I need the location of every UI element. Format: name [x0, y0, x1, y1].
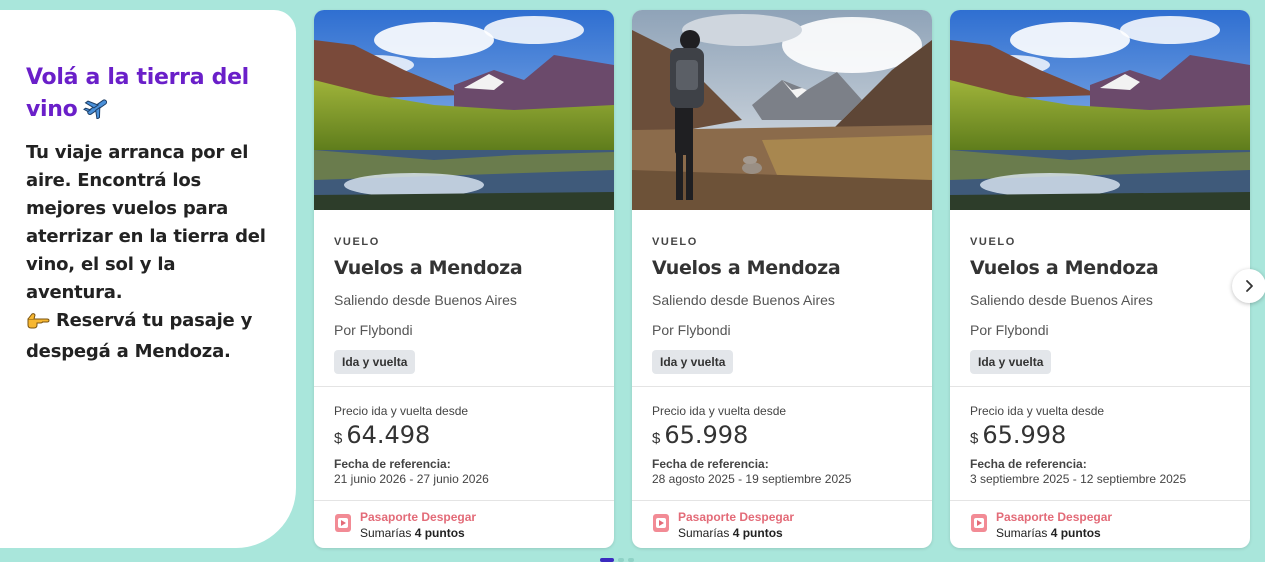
chevron-right-icon [1246, 280, 1253, 292]
card-type-label: VUELO [970, 236, 1016, 248]
card-airline: Por Flybondi [652, 322, 731, 338]
points-value: 4 puntos [414, 526, 465, 540]
price-row: $ 65.998 [970, 421, 1230, 449]
price-label: Precio ida y vuelta desde [652, 404, 787, 418]
price-value: 65.998 [664, 421, 749, 449]
points-prefix: Sumarías [360, 526, 412, 540]
points-prefix: Sumarías [678, 526, 730, 540]
card-origin: Saliendo desde Buenos Aires [970, 292, 1153, 308]
card-origin: Saliendo desde Buenos Aires [334, 292, 517, 308]
card-main: VUELO Vuelos a Mendoza Saliendo desde Bu… [950, 210, 1250, 386]
flight-card[interactable]: VUELO Vuelos a Mendoza Saliendo desde Bu… [632, 10, 932, 548]
price-currency: $ [652, 430, 661, 447]
intro-panel: Volá a la tierra del vino Tu viaje arran… [0, 10, 296, 548]
card-airline: Por Flybondi [334, 322, 413, 338]
trip-type-badge: Ida y vuelta [970, 350, 1052, 374]
price-label: Precio ida y vuelta desde [970, 404, 1105, 418]
price-label: Precio ida y vuelta desde [334, 404, 469, 418]
card-title[interactable]: Vuelos a Mendoza [652, 257, 912, 279]
trip-type-badge: Ida y vuelta [652, 350, 734, 374]
reference-dates: 28 agosto 2025 - 19 septiembre 2025 [652, 472, 852, 486]
price-row: $ 64.498 [334, 421, 594, 449]
card-title[interactable]: Vuelos a Mendoza [970, 257, 1230, 279]
card-image-lake [314, 10, 614, 210]
points-value: 4 puntos [1050, 526, 1101, 540]
card-image-hiker [632, 10, 932, 210]
intro-body: Tu viaje arranca por el aire. Encontrá l… [26, 139, 276, 366]
price-currency: $ [334, 430, 343, 447]
intro-title-text: Volá a la tierra del vino [26, 65, 249, 122]
passport-title: Pasaporte Despegar [360, 510, 477, 524]
card-price-section: Precio ida y vuelta desde $ 64.498 Fecha… [314, 387, 614, 500]
price-row: $ 65.998 [652, 421, 912, 449]
pagination-dot[interactable] [628, 558, 634, 562]
flight-card[interactable]: VUELO Vuelos a Mendoza Saliendo desde Bu… [314, 10, 614, 548]
carousel-pagination [600, 558, 634, 562]
card-price-section: Precio ida y vuelta desde $ 65.998 Fecha… [950, 387, 1250, 500]
airplane-icon [83, 95, 111, 129]
flight-card[interactable]: VUELO Vuelos a Mendoza Saliendo desde Bu… [950, 10, 1250, 548]
passport-icon [971, 514, 987, 532]
price-currency: $ [970, 430, 979, 447]
card-price-section: Precio ida y vuelta desde $ 65.998 Fecha… [632, 387, 932, 500]
card-image-lake [950, 10, 1250, 210]
passport-points: Pasaporte Despegar Sumarías 4 puntos [314, 501, 614, 540]
card-title[interactable]: Vuelos a Mendoza [334, 257, 594, 279]
reference-dates: 21 junio 2026 - 27 junio 2026 [334, 472, 489, 486]
points-text: Sumarías 4 puntos [360, 526, 476, 540]
passport-icon [653, 514, 669, 532]
card-origin: Saliendo desde Buenos Aires [652, 292, 835, 308]
price-value: 65.998 [982, 421, 1067, 449]
points-value: 4 puntos [732, 526, 783, 540]
intro-body-cta: Reservá tu pasaje y despegá a Mendoza. [26, 310, 253, 362]
passport-title: Pasaporte Despegar [678, 510, 795, 524]
passport-icon [335, 514, 351, 532]
points-text: Sumarías 4 puntos [996, 526, 1112, 540]
reference-dates: 3 septiembre 2025 - 12 septiembre 2025 [970, 472, 1187, 486]
reference-date-label: Fecha de referencia: [334, 457, 451, 471]
reference-date-label: Fecha de referencia: [652, 457, 769, 471]
pagination-dot-active[interactable] [600, 558, 614, 562]
intro-body-text: Tu viaje arranca por el aire. Encontrá l… [26, 142, 266, 303]
reference-date-label: Fecha de referencia: [970, 457, 1087, 471]
carousel-next-button[interactable] [1232, 269, 1265, 303]
intro-title: Volá a la tierra del vino [26, 62, 276, 129]
points-prefix: Sumarías [996, 526, 1048, 540]
passport-title: Pasaporte Despegar [996, 510, 1113, 524]
card-type-label: VUELO [652, 236, 698, 248]
pointing-hand-icon [26, 310, 50, 338]
passport-points: Pasaporte Despegar Sumarías 4 puntos [950, 501, 1250, 540]
passport-points: Pasaporte Despegar Sumarías 4 puntos [632, 501, 932, 540]
card-main: VUELO Vuelos a Mendoza Saliendo desde Bu… [632, 210, 932, 386]
card-type-label: VUELO [334, 236, 380, 248]
pagination-dot[interactable] [618, 558, 624, 562]
trip-type-badge: Ida y vuelta [334, 350, 416, 374]
points-text: Sumarías 4 puntos [678, 526, 794, 540]
card-airline: Por Flybondi [970, 322, 1049, 338]
card-main: VUELO Vuelos a Mendoza Saliendo desde Bu… [314, 210, 614, 386]
price-value: 64.498 [346, 421, 431, 449]
